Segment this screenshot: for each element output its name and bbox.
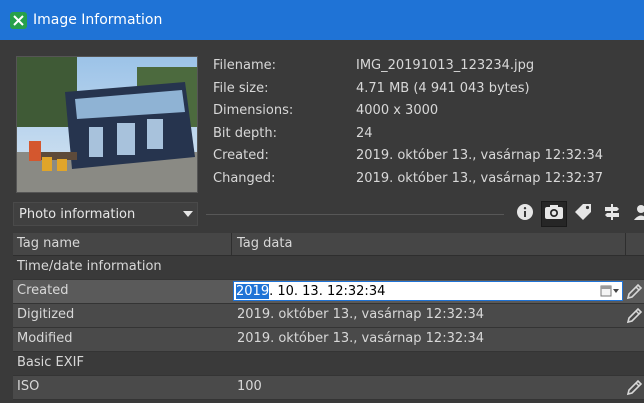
group-label: Basic EXIF <box>17 355 84 370</box>
info-label: Created: <box>213 148 269 163</box>
camera-icon <box>544 204 564 224</box>
signpost-icon <box>603 203 621 225</box>
app-logo-icon <box>10 11 27 29</box>
table-group-row[interactable]: Time/date information <box>13 256 644 280</box>
info-value: 24 <box>356 125 373 141</box>
calendar-dropdown-button[interactable] <box>598 285 622 297</box>
table-row[interactable]: Digitized 2019. október 13., vasárnap 12… <box>13 304 644 328</box>
date-time-input[interactable]: 2019. 10. 13. 12:32:34 <box>233 281 623 301</box>
date-rest-text: . 10. 13. 12:32:34 <box>269 283 386 299</box>
group-label: Time/date information <box>17 259 162 274</box>
info-label: Dimensions: <box>213 103 294 118</box>
info-label: Bit depth: <box>213 125 277 141</box>
image-thumbnail <box>16 56 198 193</box>
category-dropdown[interactable]: Photo information <box>13 202 198 226</box>
info-value: 2019. október 13., vasárnap 12:32:37 <box>356 170 604 186</box>
tag-name-cell: Digitized <box>17 307 75 322</box>
tag-table: Tag name Tag data Time/date information … <box>13 233 644 400</box>
column-divider[interactable] <box>625 233 626 255</box>
info-label: Changed: <box>213 170 276 186</box>
tag-data-cell: 2019. október 13., vasárnap 12:32:34 <box>237 307 485 322</box>
info-value: 4000 x 3000 <box>356 103 439 118</box>
column-header-tag-data[interactable]: Tag data <box>237 236 292 251</box>
window-title: Image Information <box>33 12 163 28</box>
tag-icon <box>574 203 592 225</box>
title-bar: Image Information <box>0 0 644 40</box>
tag-data-cell: 2019. október 13., vasárnap 12:32:34 <box>237 331 485 346</box>
chevron-down-icon <box>179 211 197 217</box>
tab-tags[interactable] <box>570 201 596 227</box>
tag-data-cell: 100 <box>237 379 262 394</box>
info-icon <box>516 203 534 225</box>
info-value: 4.71 MB (4 941 043 bytes) <box>356 80 530 96</box>
tag-name-cell: Modified <box>17 331 73 346</box>
table-row[interactable]: ISO 100 <box>13 376 644 400</box>
table-group-row[interactable]: Basic EXIF <box>13 352 644 376</box>
tab-info[interactable] <box>512 201 538 227</box>
tag-name-cell: ISO <box>17 379 40 394</box>
tab-camera[interactable] <box>541 201 567 227</box>
column-header-tag-name[interactable]: Tag name <box>17 236 80 251</box>
table-row[interactable]: Created 2019. 10. 13. 12:32:34 <box>13 280 644 304</box>
pencil-edit-icon[interactable] <box>625 307 643 329</box>
info-value: 2019. október 13., vasárnap 12:32:34 <box>356 148 604 163</box>
tab-location[interactable] <box>599 201 625 227</box>
pencil-edit-icon[interactable] <box>625 379 643 401</box>
info-label: File size: <box>213 80 269 96</box>
table-header: Tag name Tag data <box>13 233 644 256</box>
selected-year-text: 2019 <box>236 283 270 299</box>
info-label: Filename: <box>213 58 277 73</box>
info-value: IMG_20191013_123234.jpg <box>356 58 535 73</box>
table-row[interactable]: Modified 2019. október 13., vasárnap 12:… <box>13 328 644 352</box>
category-dropdown-value: Photo information <box>19 206 136 222</box>
date-time-value: 2019. 10. 13. 12:32:34 <box>234 283 598 299</box>
info-tabs <box>512 200 644 228</box>
person-icon <box>632 203 644 225</box>
tab-people[interactable] <box>628 201 644 227</box>
tag-name-cell: Created <box>17 283 69 298</box>
image-info-panel: Filename: IMG_20191013_123234.jpg File s… <box>0 40 644 403</box>
divider <box>206 214 504 215</box>
column-divider[interactable] <box>231 233 232 255</box>
pencil-edit-icon[interactable] <box>625 283 643 305</box>
